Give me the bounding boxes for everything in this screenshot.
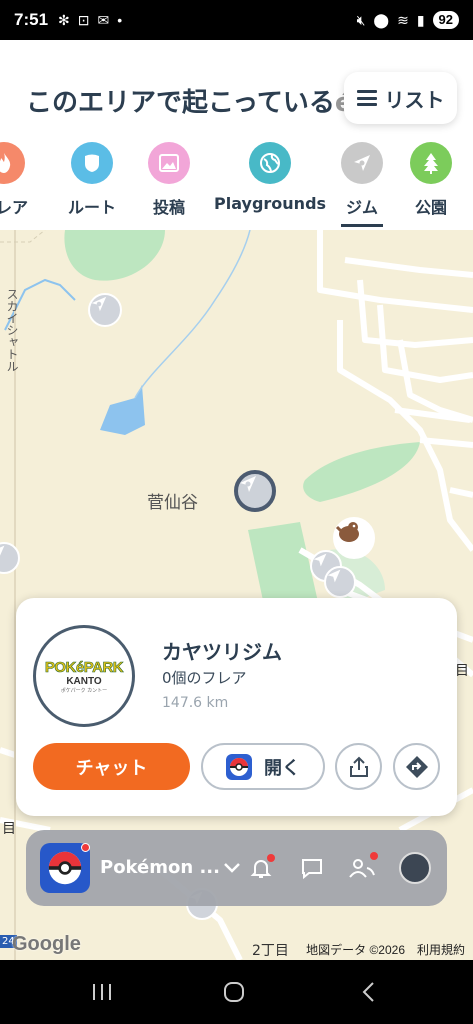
map-district-label-right: 目 — [455, 663, 469, 679]
gym-flare-count: 0個のフレア — [162, 669, 247, 687]
pokemon-pin[interactable] — [333, 517, 375, 559]
map-district-label-left: 目 — [2, 821, 16, 837]
dot-icon: • — [117, 11, 123, 28]
chevron-down-icon[interactable] — [218, 854, 246, 882]
notification-dot — [370, 852, 378, 860]
pokeball-icon — [226, 753, 252, 780]
list-icon — [356, 90, 377, 106]
gym-icon — [341, 142, 383, 184]
globe-icon — [249, 142, 292, 184]
gym-pin[interactable] — [324, 566, 356, 598]
flame-icon — [0, 142, 25, 184]
page-title: このエリアで起こっているé — [26, 88, 353, 118]
mail-icon: ✉ — [97, 11, 110, 28]
google-logo: Google — [12, 933, 81, 955]
mute-icon: 🔇︎ — [356, 11, 366, 28]
header: このエリアで起こっているé リスト フレア ルート 投稿 P — [0, 40, 473, 230]
map-attribution[interactable]: 地図データ ©2026 利用規約 — [306, 941, 465, 958]
tab-route[interactable]: ルート — [68, 142, 116, 218]
app-name[interactable]: Pokémon ... — [100, 857, 220, 878]
list-button-label: リスト — [384, 87, 445, 112]
tab-selected-indicator — [341, 224, 383, 227]
gym-pin-selected[interactable] — [234, 470, 276, 512]
status-bar: 7:51 ✻ ⊡ ✉ • 🔇︎ ⬤ ≋ ▮ 92 — [0, 0, 473, 40]
back-button[interactable] — [352, 976, 384, 1008]
status-time: 7:51 — [14, 10, 49, 29]
open-button[interactable]: 開く — [201, 743, 325, 790]
bottom-bar: Pokémon ... — [26, 830, 447, 906]
signal-icon: ▮ — [416, 11, 425, 28]
tab-park[interactable]: 公園 — [410, 142, 452, 218]
system-nav-bar — [0, 960, 473, 1024]
shield-icon — [71, 142, 113, 184]
home-button[interactable] — [218, 976, 250, 1008]
tab-posts[interactable]: 投稿 — [148, 142, 190, 218]
tab-playgrounds[interactable]: Playgrounds — [214, 142, 326, 213]
recent-apps-button[interactable] — [86, 976, 118, 1008]
battery-indicator: 92 — [432, 11, 459, 29]
chat-button[interactable]: チャット — [33, 743, 190, 790]
share-icon — [349, 756, 368, 777]
gym-distance: 147.6 km — [162, 695, 229, 711]
tab-gym[interactable]: ジム — [341, 142, 383, 218]
pokepark-logo-sub: KANTO — [66, 675, 102, 687]
notification-dot — [267, 854, 275, 862]
pinwheel-icon: ✻ — [58, 11, 70, 28]
map-district-label-bottom: 2丁目 — [252, 943, 289, 959]
chat-icon[interactable] — [298, 854, 326, 882]
pokepark-logo: POKéPARK — [44, 658, 124, 676]
tree-icon — [410, 142, 452, 184]
image-icon — [148, 142, 190, 184]
notification-dot — [81, 843, 90, 852]
screenshot-icon: ⊡ — [77, 11, 90, 28]
wifi-icon: ≋ — [397, 11, 409, 28]
avatar[interactable] — [399, 852, 431, 884]
directions-button[interactable] — [393, 743, 440, 790]
tab-flare[interactable]: フレア — [0, 142, 28, 218]
gym-name: カヤツリジム — [162, 640, 282, 664]
list-button[interactable]: リスト — [344, 72, 457, 124]
pokepark-logo-small: ポケパーク カントー — [60, 687, 108, 694]
gym-card[interactable]: POKéPARK KANTO ポケパーク カントー カヤツリジム 0個のフレア … — [16, 598, 457, 816]
share-button[interactable] — [335, 743, 382, 790]
gym-avatar: POKéPARK KANTO ポケパーク カントー — [33, 625, 135, 727]
location-icon: ⬤ — [373, 11, 390, 28]
open-button-label: 開く — [264, 757, 300, 779]
map-vertical-label: スカイシャトル — [5, 288, 19, 372]
map-place-label: 菅仙谷 — [147, 493, 198, 513]
directions-icon — [405, 755, 428, 778]
gym-pin[interactable] — [88, 293, 122, 327]
category-tabs: フレア ルート 投稿 Playgrounds ジム — [0, 142, 473, 230]
